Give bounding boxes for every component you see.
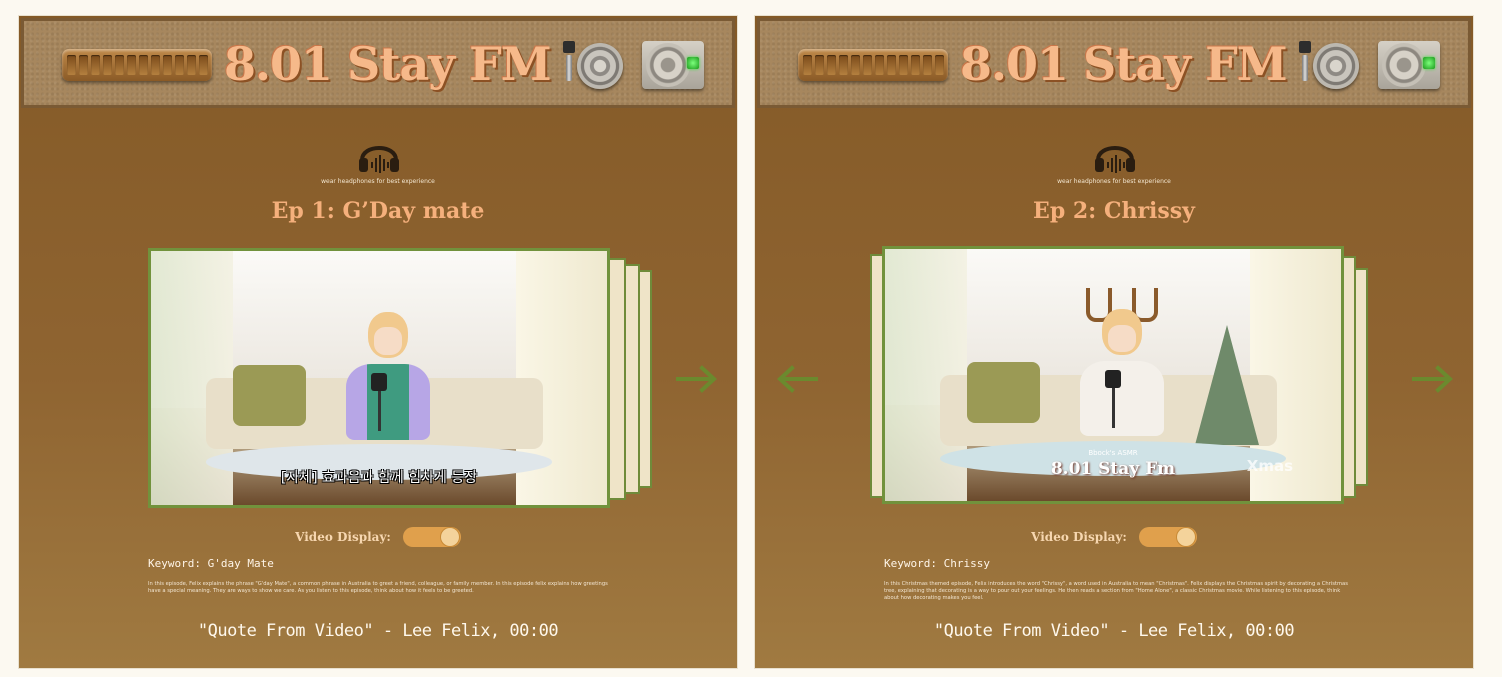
video-display-control: Video Display: — [19, 526, 737, 548]
prev-arrow-icon[interactable] — [774, 364, 818, 394]
keyword-label: Keyword: Chrissy — [884, 557, 990, 570]
microphone-icon — [1105, 369, 1121, 430]
radio-header: 8.01 Stay FM — [21, 18, 735, 108]
station-title: 8.01 Stay FM — [960, 37, 1288, 91]
video-overlay-xmas: Xmas — [1246, 457, 1293, 475]
next-arrow-icon[interactable] — [1412, 364, 1456, 394]
video-player[interactable]: [자체] 효과음과 함께 힘차게 등장 — [148, 248, 610, 508]
video-carousel: [자체] 효과음과 함께 힘차게 등장 — [148, 248, 658, 510]
next-arrow-icon[interactable] — [676, 364, 720, 394]
video-subtitle: [자체] 효과음과 함께 힘차게 등장 — [280, 470, 478, 486]
microphone-icon — [371, 372, 387, 433]
tuner-dial-icon — [798, 49, 948, 81]
toggle-switch-icon — [1299, 41, 1311, 81]
video-overlay-caption: Bbock's ASMR — [1088, 449, 1138, 457]
video-quote: "Quote From Video" - Lee Felix, 00:00 — [933, 621, 1295, 641]
episode-panel-2: 8.01 Stay FM wear headphones for best ex… — [755, 16, 1473, 668]
keyword-label: Keyword: G'day Mate — [148, 557, 274, 570]
video-player[interactable]: Bbock's ASMR 8.01 Stay Fm Xmas — [882, 246, 1344, 504]
episode-description: In this episode, Felix explains the phra… — [148, 581, 608, 594]
headphones-note: wear headphones for best experience — [321, 178, 435, 185]
tuner-dial-icon — [62, 49, 212, 81]
christmas-tree — [1194, 324, 1259, 445]
video-display-label: Video Display: — [295, 530, 391, 544]
episode-description: In this Christmas themed episode, Felix … — [884, 581, 1348, 601]
power-button-icon[interactable] — [1378, 41, 1440, 89]
power-button-icon[interactable] — [642, 41, 704, 89]
headphones-note: wear headphones for best experience — [1057, 178, 1171, 185]
episode-title: Ep 2: Chrissy — [1033, 198, 1195, 224]
video-display-label: Video Display: — [1031, 530, 1127, 544]
toggle-switch-icon — [563, 41, 575, 81]
episode-panel-1: 8.01 Stay FM wear headphones for best ex… — [19, 16, 737, 668]
video-display-control: Video Display: — [755, 526, 1473, 548]
episode-title: Ep 1: G’Day mate — [271, 198, 485, 224]
video-carousel: Bbock's ASMR 8.01 Stay Fm Xmas — [870, 246, 1375, 512]
video-display-toggle[interactable] — [402, 527, 461, 547]
speaker-icon — [577, 43, 623, 89]
host-figure — [1072, 288, 1172, 460]
video-quote: "Quote From Video" - Lee Felix, 00:00 — [197, 621, 559, 641]
station-title: 8.01 Stay FM — [224, 37, 552, 91]
video-display-toggle[interactable] — [1138, 527, 1197, 547]
speaker-icon — [1313, 43, 1359, 89]
radio-header: 8.01 Stay FM — [757, 18, 1471, 108]
headphones-icon — [1095, 146, 1135, 173]
host-figure — [338, 311, 438, 464]
headphones-icon — [359, 146, 399, 173]
